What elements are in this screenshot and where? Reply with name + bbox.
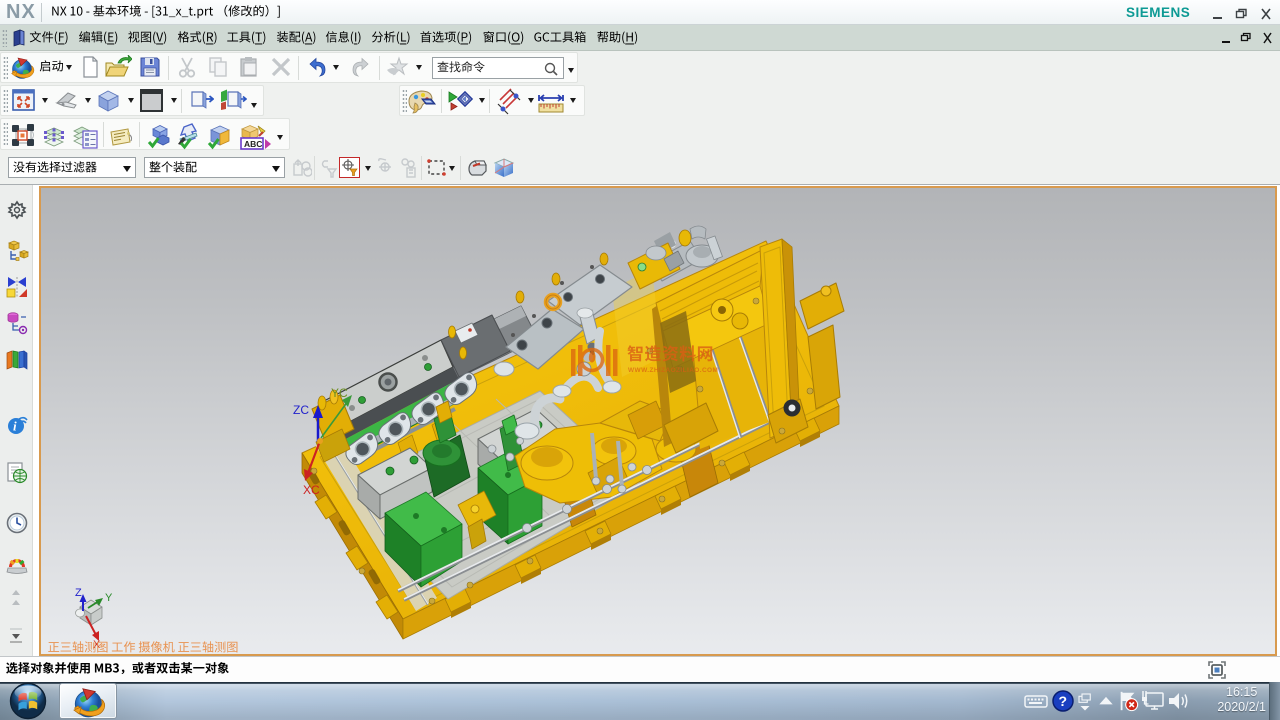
svg-text:YC: YC	[331, 386, 348, 400]
svg-text:XC: XC	[303, 483, 320, 497]
svg-text:i: i	[13, 419, 17, 434]
svg-text:ABC: ABC	[244, 139, 262, 149]
svg-text:Y: Y	[105, 592, 113, 604]
svg-text:Z: Z	[75, 587, 82, 599]
svg-text:ZC: ZC	[293, 403, 309, 417]
svg-text:?: ?	[1059, 693, 1068, 709]
